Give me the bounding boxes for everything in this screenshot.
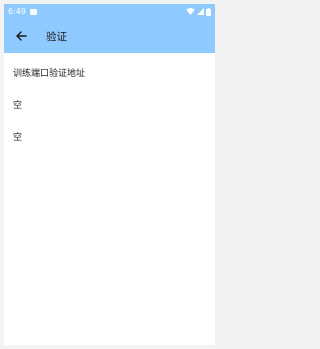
status-icons (186, 7, 211, 16)
list-item: 训练端口验证地址 (13, 63, 206, 81)
item-label: 空 (13, 100, 23, 111)
signal-icon (197, 8, 204, 15)
arrow-left-icon[interactable] (13, 28, 29, 44)
list-item: 空 (13, 127, 206, 145)
battery-icon (206, 7, 211, 16)
status-time: 6:49 (8, 7, 26, 16)
content-list: 训练端口验证地址 空 空 (4, 63, 215, 145)
wifi-icon (186, 8, 195, 15)
item-label: 训练端口验证地址 (13, 68, 86, 79)
status-bar: 6:49 (4, 4, 215, 19)
page-title: 验证 (46, 30, 67, 43)
item-label: 空 (13, 132, 23, 143)
toolbar: 验证 (4, 19, 215, 53)
phone-screen: 6:49 验证 训练端口验证地址 空 空 (4, 4, 215, 345)
list-item: 空 (13, 95, 206, 113)
sd-card-icon (29, 8, 37, 15)
